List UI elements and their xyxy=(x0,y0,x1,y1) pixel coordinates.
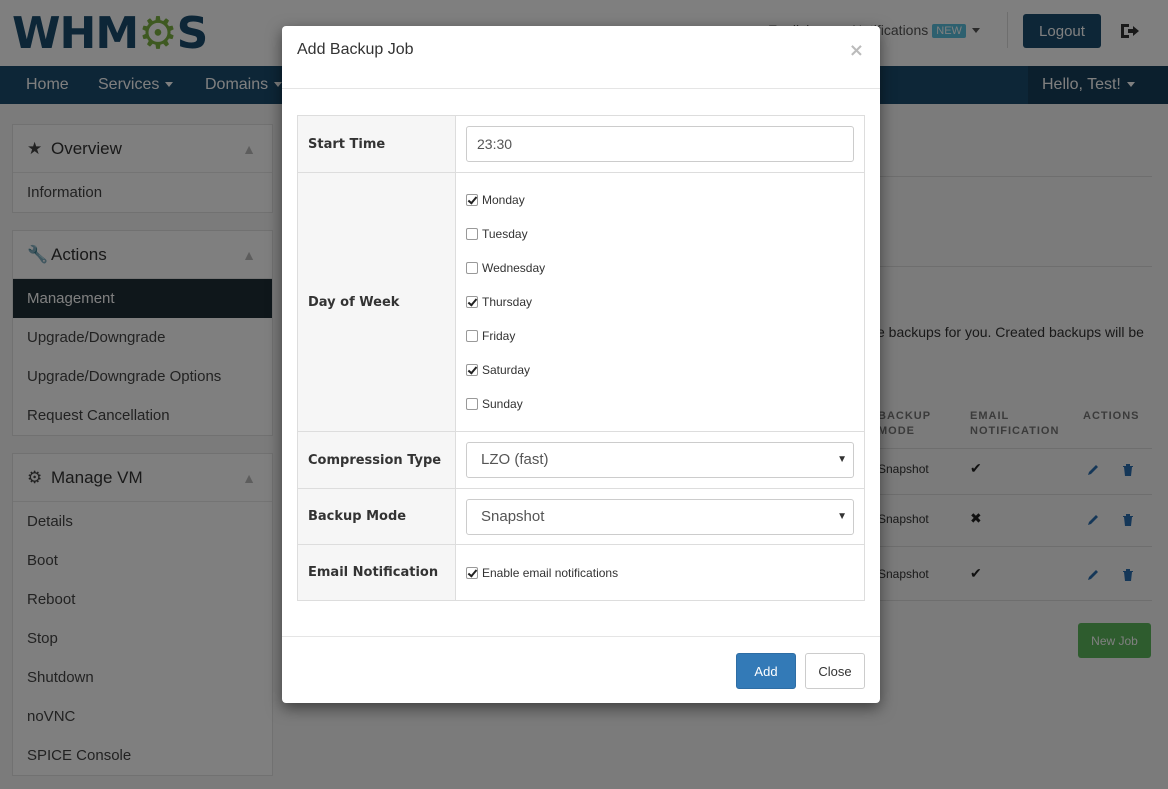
start-time-cell xyxy=(455,115,865,173)
email-notification-option[interactable]: Enable email notifications xyxy=(466,556,854,590)
email-option-label: Enable email notifications xyxy=(482,565,619,580)
day-label: Friday xyxy=(482,329,516,343)
checkbox[interactable] xyxy=(466,330,478,342)
backup-mode-value: Snapshot xyxy=(481,507,545,525)
day-option-sunday[interactable]: Sunday xyxy=(466,387,854,421)
day-option-friday[interactable]: Friday xyxy=(466,319,854,353)
day-option-thursday[interactable]: Thursday xyxy=(466,285,854,319)
day-of-week-row: Day of Week Monday Tuesday Wednesday Thu… xyxy=(297,172,865,432)
backup-mode-row: Backup Mode Snapshot ▼ xyxy=(297,488,865,545)
modal-footer: Add Close xyxy=(282,636,880,703)
start-time-label: Start Time xyxy=(297,115,456,173)
checkbox[interactable] xyxy=(466,228,478,240)
day-label: Tuesday xyxy=(482,227,528,241)
checkbox[interactable] xyxy=(466,296,478,308)
day-label: Saturday xyxy=(482,363,531,377)
close-icon[interactable]: × xyxy=(849,40,864,61)
day-label: Thursday xyxy=(482,295,533,309)
backup-mode-label: Backup Mode xyxy=(297,488,456,545)
backup-mode-cell: Snapshot ▼ xyxy=(455,488,865,545)
day-label: Wednesday xyxy=(482,261,546,275)
day-option-tuesday[interactable]: Tuesday xyxy=(466,217,854,251)
day-option-saturday[interactable]: Saturday xyxy=(466,353,854,387)
modal-header: Add Backup Job × xyxy=(282,26,880,89)
day-checkbox-list: Monday Tuesday Wednesday Thursday Friday… xyxy=(466,176,854,428)
email-checkbox[interactable] xyxy=(466,566,478,579)
compression-cell: LZO (fast) ▼ xyxy=(455,431,865,489)
day-label: Sunday xyxy=(482,397,523,411)
backup-job-form: Start Time Day of Week Monday Tuesday We… xyxy=(297,115,865,601)
add-button[interactable]: Add xyxy=(736,653,796,689)
email-notification-row: Email Notification Enable email notifica… xyxy=(297,544,865,601)
checkbox[interactable] xyxy=(466,364,478,376)
dropdown-arrow-icon: ▼ xyxy=(837,510,847,522)
checkbox[interactable] xyxy=(466,262,478,274)
compression-value: LZO (fast) xyxy=(481,451,549,468)
backup-mode-select[interactable]: Snapshot ▼ xyxy=(466,498,854,535)
dropdown-arrow-icon: ▼ xyxy=(837,454,847,465)
add-backup-job-modal: Add Backup Job × Start Time Day of Week … xyxy=(282,26,880,703)
day-of-week-label: Day of Week xyxy=(297,172,456,432)
compression-select[interactable]: LZO (fast) ▼ xyxy=(466,442,854,478)
compression-row: Compression Type LZO (fast) ▼ xyxy=(297,431,865,489)
checkbox[interactable] xyxy=(466,194,478,206)
compression-label: Compression Type xyxy=(297,431,456,489)
day-option-monday[interactable]: Monday xyxy=(466,183,854,217)
email-notification-label: Email Notification xyxy=(297,544,456,601)
day-label: Monday xyxy=(482,193,525,207)
email-notification-cell: Enable email notifications xyxy=(455,544,865,601)
day-option-wednesday[interactable]: Wednesday xyxy=(466,251,854,285)
start-time-row: Start Time xyxy=(297,115,865,173)
close-button[interactable]: Close xyxy=(805,653,865,689)
day-of-week-cell: Monday Tuesday Wednesday Thursday Friday… xyxy=(455,172,865,432)
start-time-input[interactable] xyxy=(466,126,854,162)
modal-title: Add Backup Job xyxy=(297,41,414,58)
checkbox[interactable] xyxy=(466,398,478,410)
